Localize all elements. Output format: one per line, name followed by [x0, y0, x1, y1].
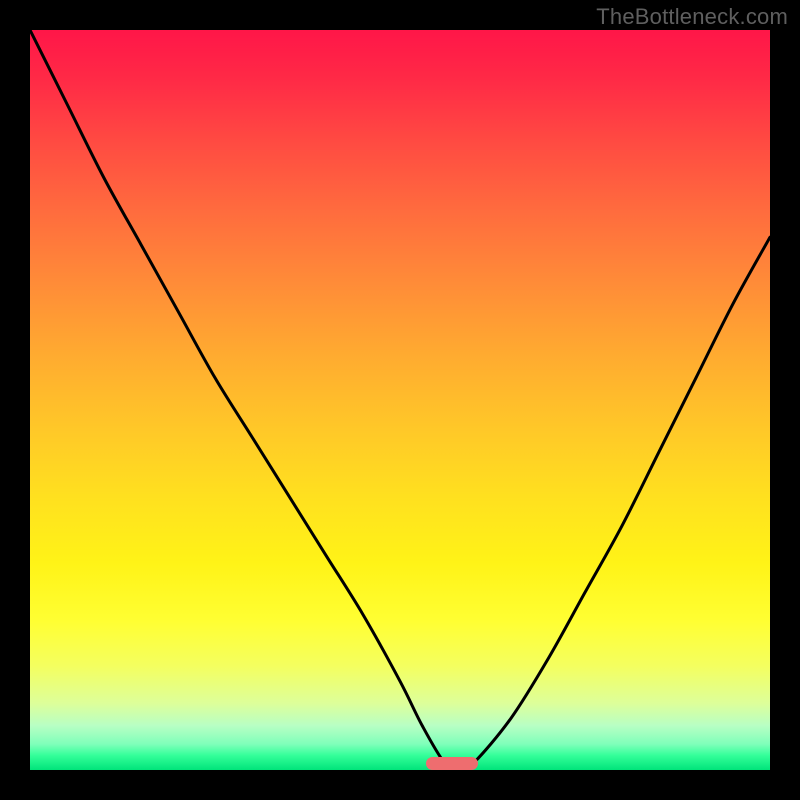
chart-frame: TheBottleneck.com	[0, 0, 800, 800]
watermark-text: TheBottleneck.com	[596, 4, 788, 30]
minimum-marker	[426, 757, 478, 770]
bottleneck-curve	[30, 30, 770, 770]
curve-layer	[30, 30, 770, 770]
plot-area	[30, 30, 770, 770]
